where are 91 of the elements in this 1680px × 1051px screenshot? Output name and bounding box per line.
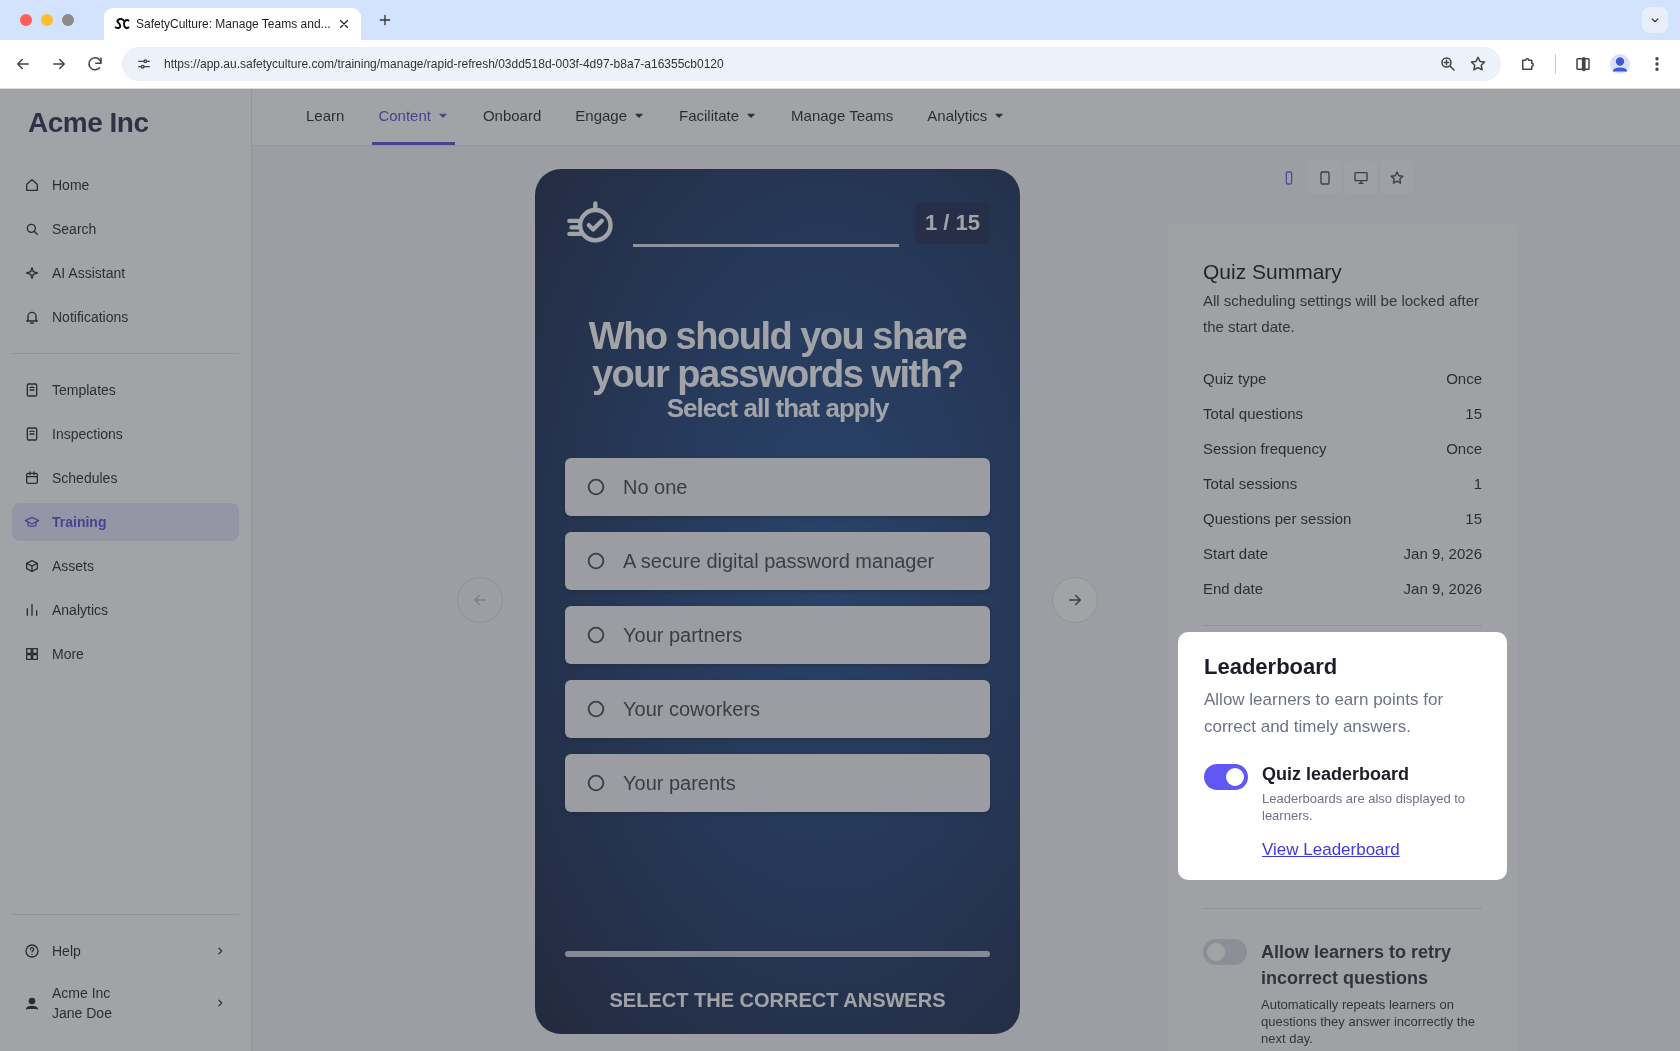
radio-circle-icon	[585, 550, 607, 572]
view-leaderboard-link[interactable]: View Leaderboard	[1262, 840, 1400, 860]
sidebar-item[interactable]: Training	[12, 503, 239, 541]
grid-icon	[24, 646, 40, 662]
help-icon	[24, 943, 40, 959]
toggle-label: Allow learners to retry incorrect questions	[1261, 941, 1453, 990]
toggle-hint: Leaderboards are also displayed to learners.	[1262, 790, 1467, 824]
nav-tab[interactable]: Facilitate	[673, 89, 764, 145]
preview-tablet-button[interactable]	[1308, 161, 1341, 194]
url-text: https://app.au.safetyculture.com/training/manage/rapid-refresh/03dd518d-003f-4d97-b8a7-a16355cb0120	[164, 57, 724, 71]
radio-circle-icon	[585, 624, 607, 646]
toggle-switch[interactable]	[1204, 764, 1248, 790]
nav-tab[interactable]: Engage	[569, 89, 651, 145]
sidebar-item[interactable]: Search	[12, 210, 239, 248]
account-menu[interactable]: Acme Inc Jane Doe	[12, 976, 239, 1030]
sidebar-item[interactable]: Schedules	[12, 459, 239, 497]
summary-value: Jan 9, 2026	[1403, 580, 1482, 597]
summary-label: Quiz type	[1203, 370, 1267, 387]
logo[interactable]: Acme Inc	[28, 107, 149, 139]
site-settings-icon[interactable]	[136, 56, 152, 72]
summary-value: Jan 9, 2026	[1403, 545, 1482, 562]
bookmark-star-icon[interactable]	[1469, 55, 1487, 73]
question-text: Who should you share your passwords with?	[587, 317, 968, 393]
help-menu[interactable]: Help	[12, 932, 239, 970]
card-description: Allow learners to earn points for correct and timely answers.	[1204, 689, 1445, 738]
footer-instruction: SELECT THE CORRECT ANSWERS	[608, 989, 947, 1012]
toggle-hint: Automatically repeats learners on questions they answer incorrectly the next day.	[1261, 996, 1476, 1047]
summary-value: 15	[1465, 510, 1482, 527]
sidebar-item[interactable]: Templates	[12, 371, 239, 409]
answer-option[interactable]: No one	[565, 458, 990, 516]
doc-icon	[24, 382, 40, 398]
summary-label: Total questions	[1203, 405, 1304, 422]
radio-circle-icon	[585, 476, 607, 498]
calendar-icon	[24, 470, 40, 486]
summary-label: Start date	[1203, 545, 1269, 562]
user-name: Jane Doe	[52, 1005, 113, 1021]
radio-circle-icon	[585, 772, 607, 794]
org-name: Acme Inc	[52, 985, 112, 1001]
nav-tab[interactable]: Content	[372, 89, 455, 145]
browser-tab[interactable]: SafetyCulture: Manage Teams and...	[104, 8, 361, 40]
toggle-label: Quiz leaderboard	[1262, 764, 1410, 785]
sidebar-item[interactable]: Home	[12, 166, 239, 204]
cap-icon	[24, 514, 40, 530]
sparkle-icon	[24, 265, 40, 281]
sidebar-item[interactable]: AI Assistant	[12, 254, 239, 292]
star-icon	[1388, 169, 1405, 186]
preview-star-button[interactable]	[1380, 161, 1413, 194]
card-title: Leaderboard	[1204, 654, 1339, 680]
radio-circle-icon	[585, 698, 607, 720]
zoom-icon[interactable]	[1439, 55, 1457, 73]
doc-icon	[24, 426, 40, 442]
address-bar[interactable]: https://app.au.safetyculture.com/training/manage/rapid-refresh/03dd518d-003f-4d97-b8a7-a16355cb0120	[122, 47, 1501, 81]
desktop-icon	[1352, 169, 1369, 186]
bell-icon	[24, 309, 40, 325]
question-counter: 1 / 15	[914, 202, 990, 244]
summary-label: End date	[1203, 580, 1264, 597]
summary-label: Session frequency	[1203, 440, 1327, 457]
profile-avatar-icon[interactable]	[1610, 54, 1630, 74]
summary-label: Questions per session	[1203, 510, 1352, 527]
chart-icon	[24, 602, 40, 618]
sidebar-item[interactable]: Notifications	[12, 298, 239, 336]
summary-value: Once	[1446, 370, 1482, 387]
answer-option[interactable]: Your coworkers	[565, 680, 990, 738]
nav-tab[interactable]: Learn	[300, 89, 351, 145]
nav-tab[interactable]: Onboard	[476, 89, 548, 145]
nav-tab[interactable]: Analytics	[921, 89, 1012, 145]
summary-value: 15	[1465, 405, 1482, 422]
panel-description: All scheduling settings will be locked after the start date.	[1203, 291, 1480, 337]
sidebar-item[interactable]: More	[12, 635, 239, 673]
tab-title: SafetyCulture: Manage Teams and...	[136, 17, 331, 31]
panel-title: Quiz Summary	[1203, 260, 1343, 284]
answer-option[interactable]: Your partners	[565, 606, 990, 664]
preview-desktop-button[interactable]	[1344, 161, 1377, 194]
sidebar-item[interactable]: Inspections	[12, 415, 239, 453]
account-icon	[24, 995, 40, 1011]
site-favicon-icon	[114, 18, 130, 30]
box-icon	[24, 558, 40, 574]
summary-value: 1	[1473, 475, 1482, 492]
summary-label: Total sessions	[1203, 475, 1298, 492]
reload-icon[interactable]	[86, 55, 104, 73]
summary-value: Once	[1446, 440, 1482, 457]
search-icon	[24, 221, 40, 237]
home-icon	[24, 177, 40, 193]
window-control-icon[interactable]	[62, 14, 74, 26]
nav-tab[interactable]: Manage Teams	[785, 89, 900, 145]
sidebar-item[interactable]: Analytics	[12, 591, 239, 629]
answer-option[interactable]: Your parents	[565, 754, 990, 812]
answer-option[interactable]: A secure digital password manager	[565, 532, 990, 590]
extensions-icon[interactable]	[1519, 55, 1537, 73]
side-panel-icon[interactable]	[1574, 55, 1592, 73]
sidebar-item[interactable]: Assets	[12, 547, 239, 585]
